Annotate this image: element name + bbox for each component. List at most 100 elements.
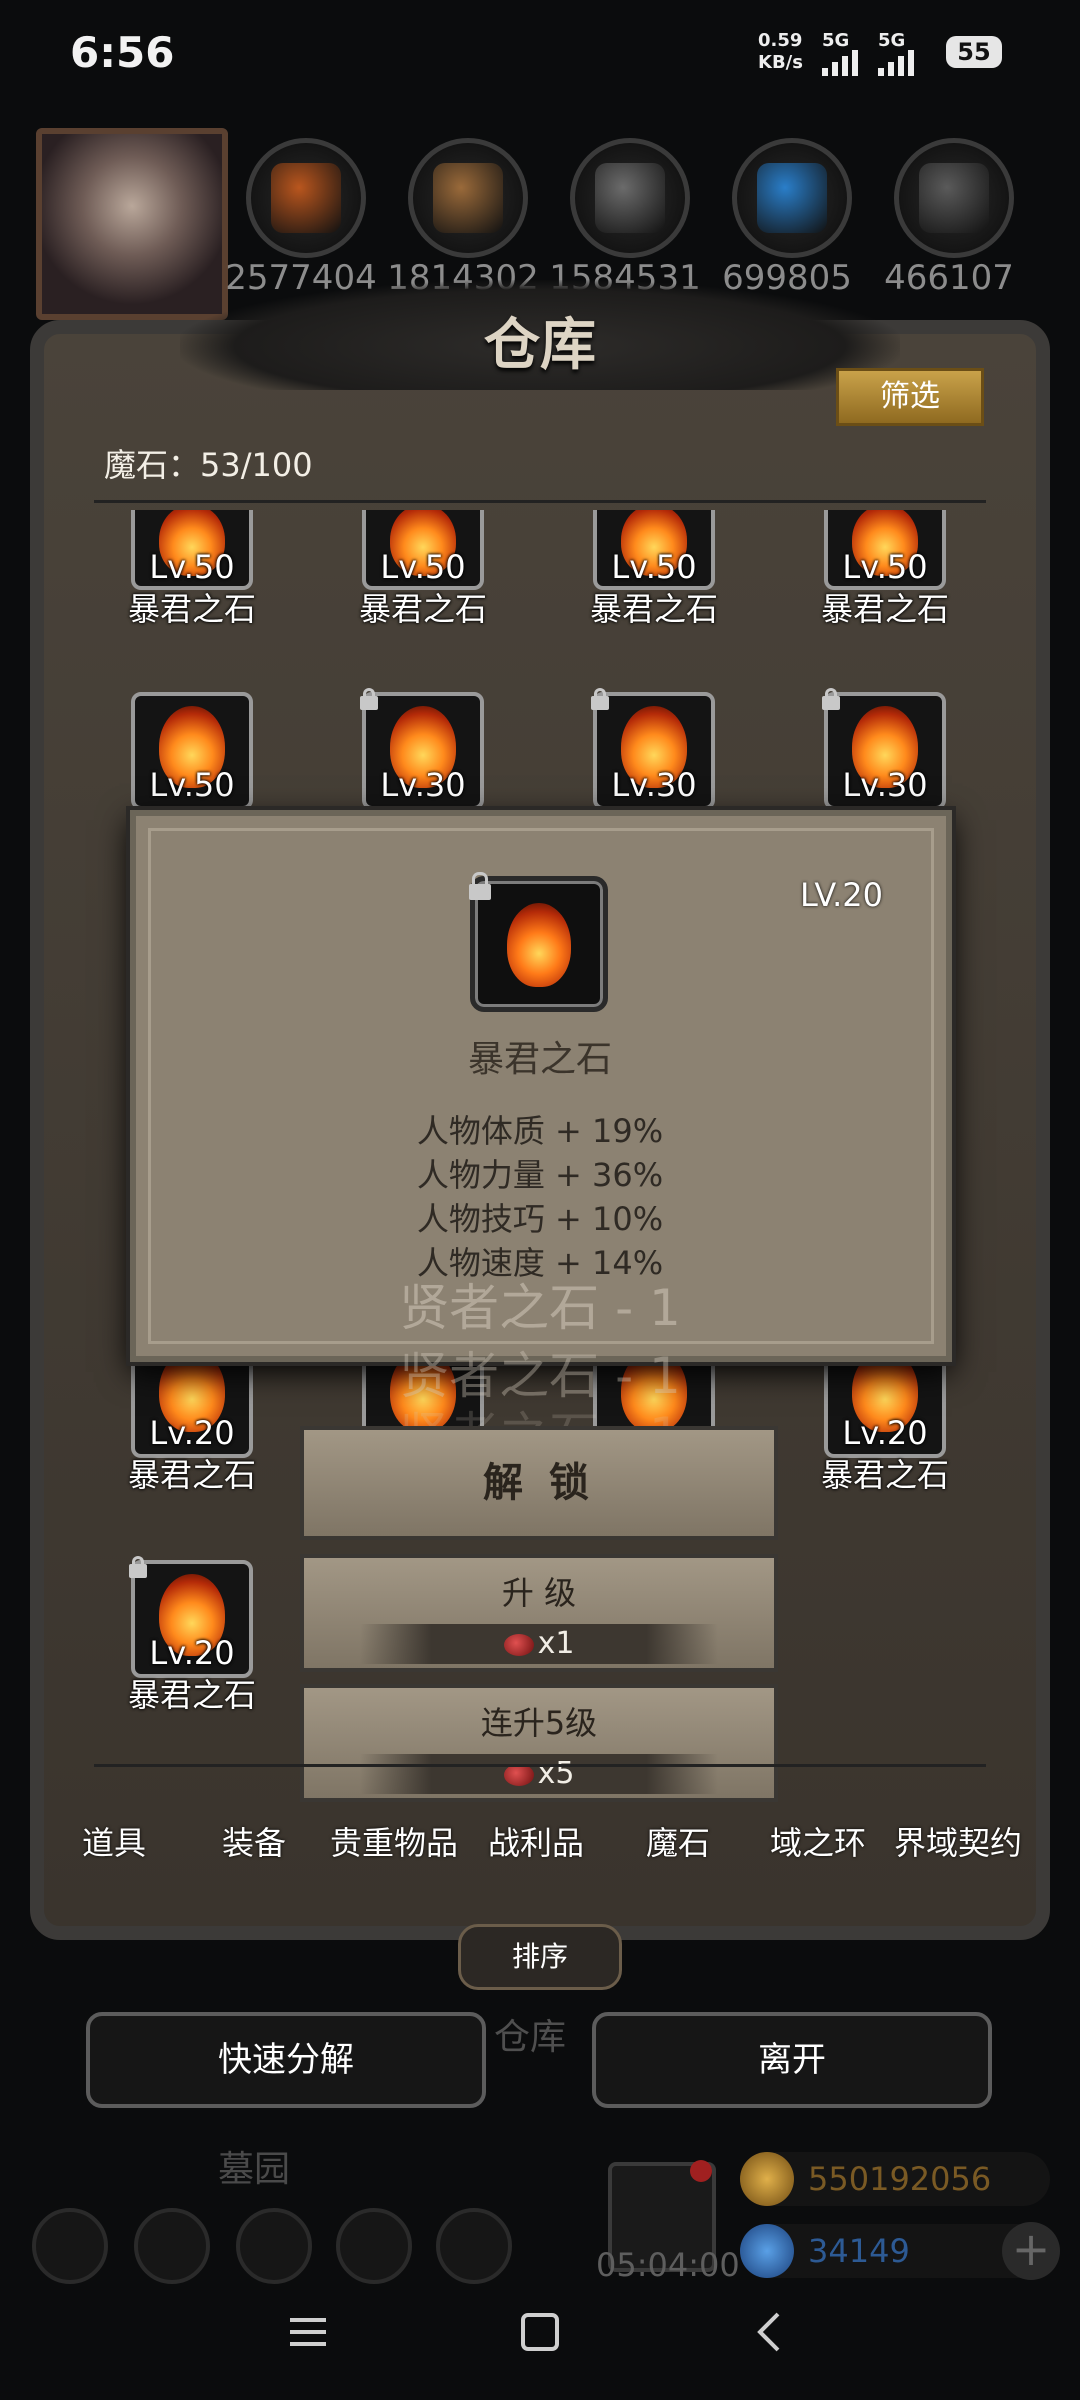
gold-currency: 550192056	[740, 2152, 1050, 2206]
popup-item-level: LV.20	[800, 876, 883, 914]
grid-item[interactable]: Lv.20 暴君之石	[86, 1556, 316, 1760]
magic-stone-count: 魔石：53/100	[104, 446, 313, 484]
upgrade-cost-value: x1	[537, 1626, 575, 1661]
filter-button[interactable]: 筛选	[836, 368, 984, 426]
resource-2-icon	[433, 163, 503, 233]
popup-stat: 人物技巧 + 10%	[416, 1200, 664, 1238]
back-icon[interactable]	[748, 2310, 792, 2365]
network-speed-value: 0.59	[758, 30, 803, 51]
warehouse-title: 仓库	[484, 312, 596, 378]
gold-coin-icon	[740, 2152, 794, 2206]
item-name: 暴君之石	[127, 590, 256, 628]
item-level: Lv.50	[149, 766, 235, 804]
divider	[94, 1764, 986, 1767]
divider	[94, 500, 986, 503]
item-level: Lv.20	[842, 1414, 928, 1452]
resource-icon-5[interactable]	[894, 138, 1014, 258]
tab-equipment[interactable]: 装备	[222, 1818, 286, 1864]
resource-4-icon	[757, 163, 827, 233]
lock-icon	[128, 1556, 148, 1578]
sim1-type: 5G	[822, 30, 850, 51]
resource-icon-4[interactable]	[732, 138, 852, 258]
tab-items[interactable]: 道具	[82, 1818, 146, 1864]
tab-realm-ring[interactable]: 域之环	[770, 1818, 866, 1864]
item-name: 暴君之石	[820, 1456, 949, 1494]
status-time: 6:56	[70, 28, 175, 77]
leave-button[interactable]: 离开	[592, 2012, 992, 2108]
quick-decompose-button[interactable]: 快速分解	[86, 2012, 486, 2108]
popup-item-name: 暴君之石	[467, 1039, 612, 1080]
lock-icon	[359, 688, 379, 710]
graveyard-label: 墓园	[218, 2149, 291, 2190]
lock-icon	[821, 688, 841, 710]
map-icon[interactable]	[236, 2208, 312, 2284]
item-level: Lv.20	[149, 1414, 235, 1452]
gem-icon	[503, 1633, 534, 1656]
network-speed-unit: KB/s	[758, 52, 803, 73]
star-icon[interactable]	[134, 2208, 210, 2284]
fire-stone-icon	[507, 903, 571, 987]
upgrade-5-label: 连升5级	[480, 1704, 598, 1742]
popup-stat: 人物力量 + 36%	[416, 1156, 664, 1194]
resource-3-icon	[595, 163, 665, 233]
sim2-type: 5G	[878, 30, 906, 51]
item-level: Lv.30	[380, 766, 466, 804]
gear-icon[interactable]	[32, 2208, 108, 2284]
resource-icon-3[interactable]	[570, 138, 690, 258]
status-bar: 6:56 0.59 KB/s 5G 5G 55	[0, 0, 1080, 110]
tab-valuables[interactable]: 贵重物品	[330, 1818, 458, 1864]
signal-sim2-icon: 5G	[878, 30, 938, 76]
item-name: 暴君之石	[820, 590, 949, 628]
unlock-button[interactable]: 解 锁	[300, 1426, 778, 1540]
lock-icon	[468, 872, 492, 900]
tab-realm-contract[interactable]: 界域契约	[894, 1818, 1022, 1864]
blue-gem-icon	[740, 2224, 794, 2278]
grid-item[interactable]: Lv.50 暴君之石	[779, 510, 1009, 710]
lock-icon	[590, 688, 610, 710]
upgrade-cost: x1	[360, 1624, 718, 1664]
tab-magic-stones[interactable]: 魔石	[646, 1818, 710, 1864]
resource-icon-2[interactable]	[408, 138, 528, 258]
gem-amount: 34149	[808, 2232, 910, 2270]
item-name: 暴君之石	[358, 590, 487, 628]
item-name: 暴君之石	[127, 1456, 256, 1494]
item-level: Lv.30	[842, 766, 928, 804]
grid-item[interactable]: Lv.20 暴君之石	[779, 1340, 1009, 1540]
item-level: Lv.50	[380, 548, 466, 586]
item-level: Lv.50	[611, 548, 697, 586]
upgrade-button[interactable]: 升 级 x1	[300, 1554, 778, 1672]
upgrade-5-levels-button[interactable]: 连升5级 x5	[300, 1684, 778, 1802]
upgrade-label: 升 级	[501, 1574, 577, 1612]
home-icon[interactable]	[518, 2310, 562, 2365]
item-level: Lv.50	[842, 548, 928, 586]
menu-icon[interactable]	[286, 2310, 330, 2365]
network-speed: 0.59 KB/s	[758, 30, 818, 74]
item-name: 暴君之石	[127, 1676, 256, 1714]
notification-dot	[690, 2160, 712, 2182]
grid-item[interactable]: Lv.50 暴君之石	[548, 510, 778, 710]
item-level: Lv.20	[149, 1634, 235, 1672]
tab-loot[interactable]: 战利品	[488, 1818, 584, 1864]
mail-icon[interactable]	[336, 2208, 412, 2284]
shield-icon[interactable]	[436, 2208, 512, 2284]
resource-1-icon	[271, 163, 341, 233]
sort-button[interactable]: 排序	[458, 1924, 622, 1990]
resource-5-icon	[919, 163, 989, 233]
item-level: Lv.30	[611, 766, 697, 804]
grid-item[interactable]: Lv.50 暴君之石	[86, 510, 316, 710]
grid-item[interactable]: Lv.50 暴君之石	[317, 510, 547, 710]
upgrade-5-cost: x5	[360, 1754, 718, 1794]
gift-timer: 05:04:00	[596, 2246, 740, 2284]
gold-amount: 550192056	[808, 2160, 992, 2198]
background-warehouse-label: 仓库	[494, 2017, 567, 2058]
item-name: 暴君之石	[589, 590, 718, 628]
item-level: Lv.50	[149, 548, 235, 586]
resource-icon-1[interactable]	[246, 138, 366, 258]
battery-icon: 55	[946, 36, 1002, 68]
add-icon[interactable]: +	[1002, 2222, 1060, 2280]
floating-text: 贤者之石 - 1	[399, 1279, 681, 1337]
upgrade-5-cost-value: x5	[537, 1756, 575, 1791]
grid-item[interactable]: Lv.20 暴君之石	[86, 1340, 316, 1540]
navigation-bar	[0, 2290, 1080, 2400]
popup-stat: 人物体质 + 19%	[416, 1112, 664, 1150]
